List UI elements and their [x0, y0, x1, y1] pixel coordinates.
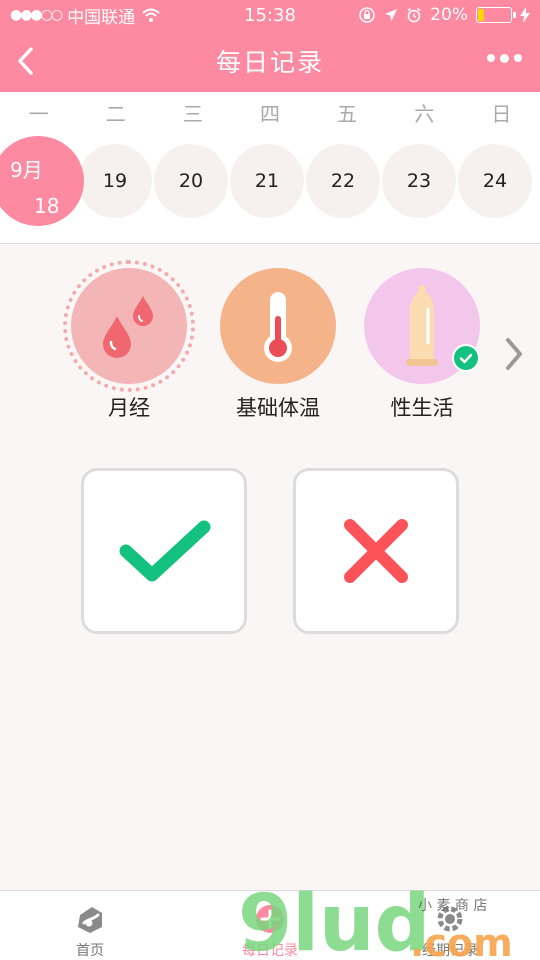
weekday-label: 六 — [414, 102, 435, 126]
alarm-icon — [407, 7, 421, 23]
tab-label: 首页 — [76, 943, 104, 959]
category-period-circle — [63, 260, 195, 392]
wifi-icon — [142, 8, 160, 22]
location-icon — [385, 9, 398, 21]
category-label: 性生活 — [390, 396, 454, 420]
back-button[interactable] — [12, 44, 42, 78]
weekday-label: 一 — [28, 102, 49, 126]
tab-bar: 首页 每日记录 经期记录 — [0, 890, 540, 960]
carrier-name: 中国联通 — [67, 7, 136, 28]
home-icon — [78, 907, 102, 933]
more-dot-icon — [514, 54, 522, 62]
weekday-label: 二 — [105, 102, 126, 126]
selected-ring — [63, 260, 195, 392]
more-options-button[interactable] — [487, 53, 522, 63]
category-label: 基础体温 — [236, 396, 320, 420]
tab-home[interactable]: 首页 — [0, 891, 180, 960]
weekday-label: 四 — [259, 102, 280, 126]
weekday-label: 五 — [337, 102, 358, 126]
cross-icon — [344, 519, 408, 583]
date-strip: 19 20 21 22 23 24 9月 18 — [0, 136, 540, 244]
selected-month: 9月 — [10, 158, 43, 182]
more-dot-icon — [500, 53, 509, 63]
date-cell[interactable]: 19 — [78, 144, 152, 218]
battery-icon — [476, 7, 516, 23]
date-cell[interactable]: 21 — [230, 144, 304, 218]
category-temperature[interactable]: 基础体温 — [213, 268, 343, 422]
weekday-label: 三 — [182, 102, 203, 126]
battery-percent: 20% — [430, 5, 468, 25]
more-dot-icon — [487, 54, 495, 62]
signal-strength-icon: ●●●○○ — [10, 7, 63, 23]
date-cell[interactable]: 24 — [458, 144, 532, 218]
condom-icon — [406, 285, 438, 366]
selected-date[interactable]: 9月 18 — [0, 136, 84, 226]
weekday-label: 日 — [491, 102, 512, 126]
next-category-button[interactable] — [500, 334, 530, 374]
category-intercourse[interactable]: 性生活 — [357, 268, 487, 422]
thermometer-icon — [264, 292, 292, 362]
tab-daily-record[interactable]: 每日记录 — [180, 891, 360, 960]
category-intercourse-circle — [364, 268, 480, 384]
checkmark-icon — [119, 520, 211, 582]
period-record-icon — [437, 906, 463, 932]
checked-badge-icon — [452, 344, 480, 372]
no-button[interactable] — [293, 468, 459, 634]
selected-day: 18 — [34, 194, 60, 218]
weekday-header: 一 二 三 四 五 六 日 — [0, 92, 540, 136]
category-temperature-circle — [220, 268, 336, 384]
status-bar: ●●●○○ 中国联通 15:38 20% — [0, 0, 540, 30]
category-period[interactable]: 月经 — [63, 260, 195, 422]
category-label: 月经 — [108, 396, 150, 420]
tab-period-record[interactable]: 经期记录 — [360, 891, 540, 960]
daily-record-icon — [256, 905, 284, 933]
date-cell[interactable]: 22 — [306, 144, 380, 218]
charging-icon — [520, 7, 530, 23]
tab-label: 每日记录 — [242, 943, 298, 959]
date-cell[interactable]: 20 — [154, 144, 228, 218]
page-title: 每日记录 — [215, 48, 324, 77]
rotation-lock-icon — [359, 7, 375, 23]
yes-button[interactable] — [81, 468, 247, 634]
date-cell[interactable]: 23 — [382, 144, 456, 218]
tab-label: 经期记录 — [422, 943, 478, 959]
nav-bar: 每日记录 — [0, 30, 540, 92]
